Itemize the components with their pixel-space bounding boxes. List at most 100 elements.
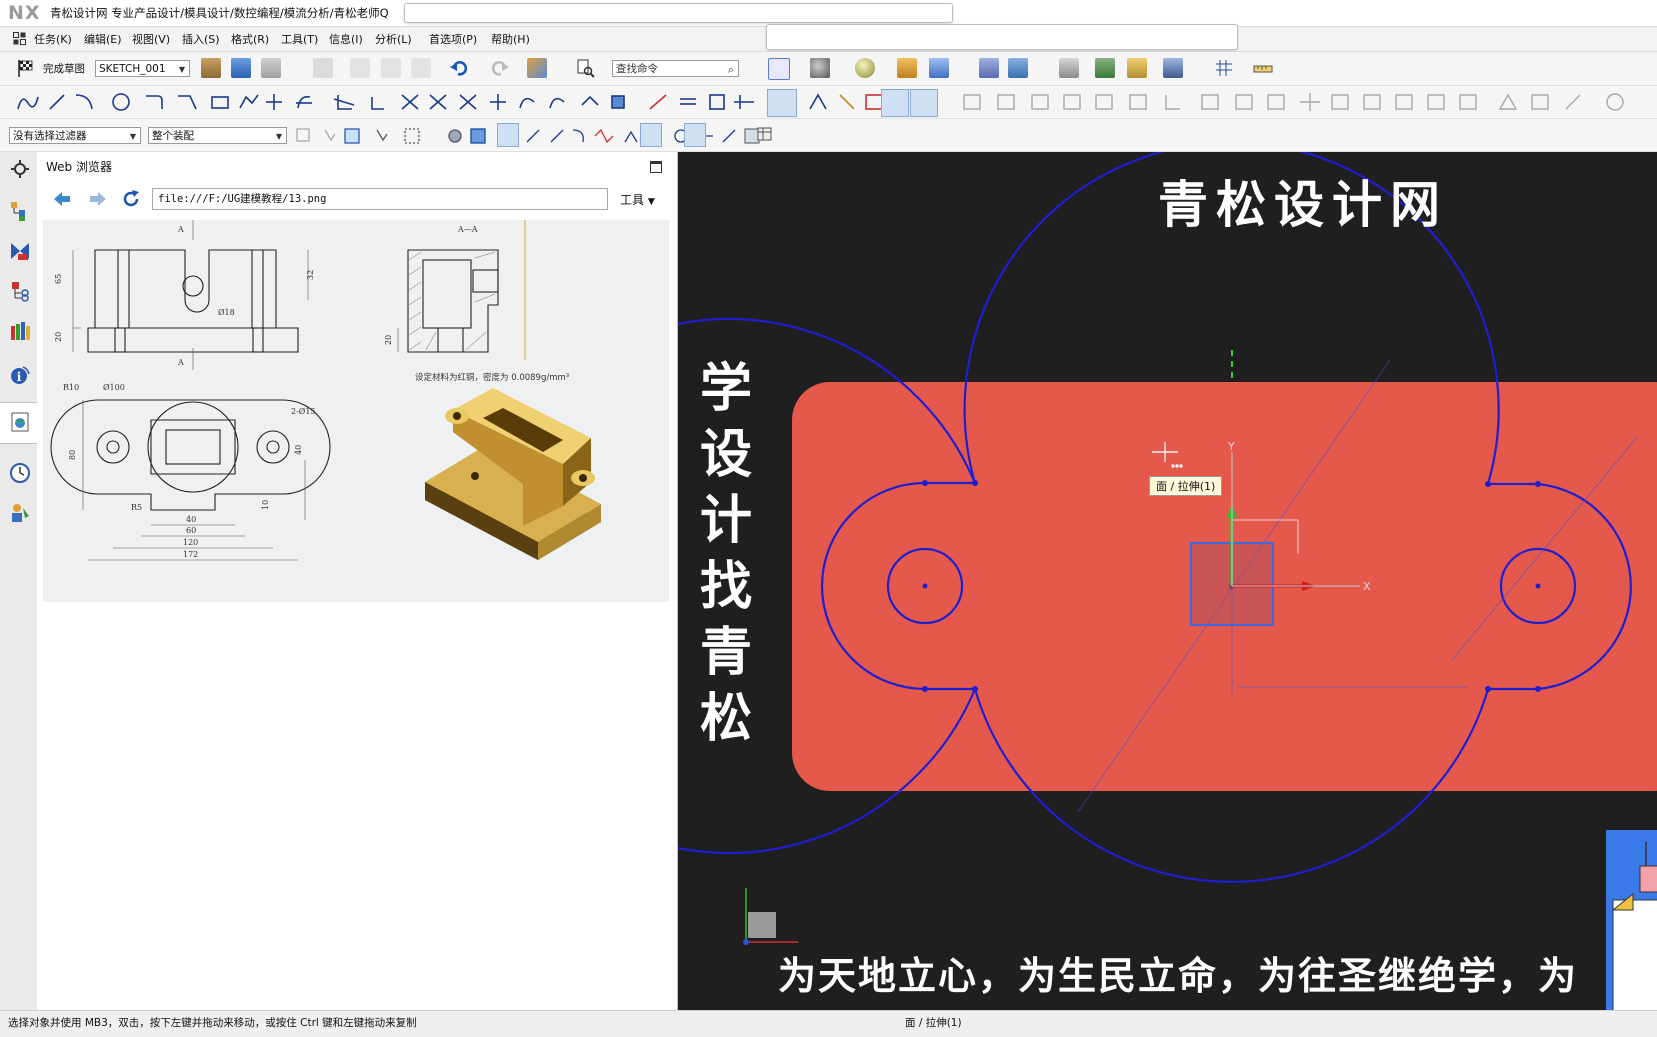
orient-view-icon[interactable] [929,58,949,78]
dim-height-40: 40 [294,445,303,455]
copy-icon[interactable] [381,58,401,78]
dim-diameter-18: Ø18 [218,308,235,317]
selection-filter-dropdown[interactable]: 没有选择过滤器 ▼ [9,127,141,144]
repeat-command-icon[interactable] [527,58,547,78]
paste-icon[interactable] [411,58,431,78]
finish-sketch-button[interactable]: 完成草图 [43,61,85,76]
fit-view-icon[interactable] [768,58,790,80]
vertical-watermark: 学 设 计 找 青 松 [696,356,756,752]
menu-insert[interactable]: 插入(S) [182,31,220,47]
menu-format[interactable]: 格式(R) [231,31,269,47]
command-search-input[interactable]: 查找命令 ⌕ [612,60,739,77]
sketch-canvas[interactable]: X Y [678,152,1657,1010]
sketch-name-dropdown[interactable]: SKETCH_001 ▼ [95,60,190,77]
part-navigator-icon[interactable] [9,280,31,302]
forward-arrow-icon[interactable] [88,189,108,209]
material-note: 设定材料为红铜，密度为 0.0089g/mm³ [415,372,569,383]
update-model-icon[interactable] [261,58,281,78]
save-icon[interactable] [313,58,333,78]
status-selection: 面 / 拉伸(1) [905,1017,962,1029]
dim-height-20-section: 20 [384,335,393,345]
graphics-viewport[interactable]: X Y [678,152,1657,1010]
panel-title: Web 浏览器 [46,160,112,174]
menu-edit[interactable]: 编辑(E) [84,31,122,47]
constraint-navigator-icon[interactable] [9,240,31,262]
checkered-flag-icon[interactable] [16,58,36,78]
assembly-scope-value: 整个装配 [152,130,194,142]
assembly-scope-dropdown[interactable]: 整个装配 ▼ [148,127,287,144]
menu-task[interactable]: 任务(K) [34,31,72,47]
toolbar-row-1: 完成草图 SKETCH_001 ▼ 查找命令 ⌕ [0,52,1657,86]
render-style-icon[interactable] [855,58,875,78]
grid-icon[interactable] [1214,58,1234,78]
sketch-tools-strip [17,93,883,111]
nx-logo: NX [8,2,41,24]
svg-text:i: i [17,370,22,384]
web-browser-icon[interactable] [9,411,31,433]
menu-view[interactable]: 视图(V) [132,31,170,47]
reuse-library-icon[interactable] [9,320,31,342]
ruler-icon[interactable] [1253,58,1273,78]
assembly-icon[interactable] [1059,58,1079,78]
dim-height-32: 32 [306,270,315,280]
title-bar: NX 青松设计网 专业产品设计/模具设计/数控编程/模流分析/青松老师Q [0,0,1657,27]
refresh-icon[interactable] [120,188,142,210]
dim-height-80: 80 [68,450,77,460]
shaded-edges-icon[interactable] [810,58,830,78]
reattach-icon[interactable] [231,58,251,78]
gear-icon[interactable] [9,158,31,180]
ribbon-toggle-icon[interactable] [13,32,26,45]
auto-dimension-button[interactable] [910,89,938,117]
vertical-char: 找 [699,556,752,617]
history-clock-icon[interactable] [9,462,31,484]
layer-icon[interactable] [1008,58,1028,78]
section-cut-label-bottom: A [177,358,184,367]
assembly-navigator-icon[interactable] [9,200,31,222]
menu-help[interactable]: 帮助(H) [491,31,530,47]
dim-height-10: 10 [261,500,270,510]
snap-point-button[interactable] [684,123,706,147]
clip-section-icon[interactable] [979,58,999,78]
dim-height-65: 65 [54,274,63,284]
chevron-down-icon: ▼ [178,65,185,74]
roles-icon[interactable] [9,502,31,524]
search-placeholder: 查找命令 [616,63,658,75]
dim-width-172: 172 [183,550,198,559]
menu-preferences[interactable]: 首选项(P) [429,31,477,47]
redo-icon[interactable] [490,58,510,78]
url-input[interactable]: file:///F:/UG建模教程/13.png [152,188,608,210]
snap-view-icon[interactable] [1163,58,1183,78]
info-icon[interactable]: i [9,363,31,385]
window-title: 青松设计网 专业产品设计/模具设计/数控编程/模流分析/青松老师Q [50,6,389,20]
vertical-char: 青 [699,622,752,683]
menu-tools[interactable]: 工具(T) [281,31,318,47]
snap-center-button[interactable] [640,123,662,147]
menu-information[interactable]: 信息(I) [329,31,363,47]
menu-analysis[interactable]: 分析(L) [375,31,412,47]
axis-y-label: Y [1227,440,1235,453]
watermark-title: 青松设计网 [1158,175,1448,234]
dim-height-20: 20 [54,332,63,342]
constraint-toggle-button[interactable] [767,89,797,117]
background-icon[interactable] [897,58,917,78]
chevron-down-icon: ▼ [275,132,282,141]
dim-width-40: 40 [186,515,196,524]
edit-object-icon[interactable] [1095,58,1115,78]
undo-icon[interactable] [449,58,469,78]
orient-to-sketch-icon[interactable] [201,58,221,78]
toolbar-row-2 [0,86,1657,119]
maximize-icon[interactable] [650,161,662,173]
table-icon[interactable] [757,126,773,142]
chevron-down-icon: ▼ [129,132,136,141]
cut-icon[interactable] [350,58,370,78]
measure-icon[interactable] [1127,58,1147,78]
vertical-char: 松 [699,688,752,749]
command-finder-icon[interactable] [575,58,595,78]
tools-menu-button[interactable]: 工具 ▼ [620,191,655,208]
dim-width-60: 60 [186,526,196,535]
snap-endpoint-button[interactable] [497,123,519,147]
resource-bar: i [0,152,38,1010]
disabled-tools-strip [963,93,1624,111]
back-arrow-icon[interactable] [52,189,72,209]
display-constraints-button[interactable] [881,89,909,117]
